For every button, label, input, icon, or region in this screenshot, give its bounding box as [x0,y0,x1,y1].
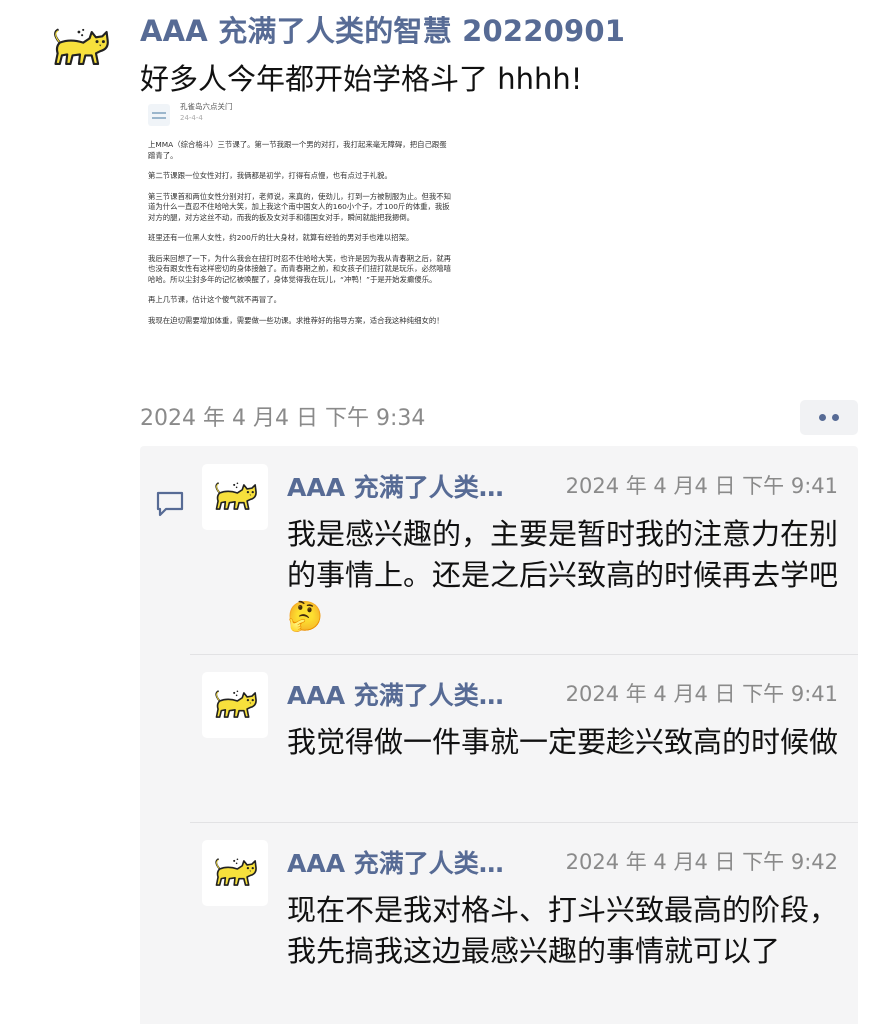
comment-text: 我觉得做一件事就一定要趁兴致高的时候做 [287,725,839,759]
commenter-name[interactable]: AAA 充满了人类… [287,468,504,504]
more-dots-icon [819,414,826,421]
more-dots-icon [832,414,839,421]
author-avatar[interactable] [44,12,116,84]
comment-text: 我是感兴趣的，主要是暂时我的注意力在别的事情上。还是之后兴致高的时候再去学吧🤔 [287,517,839,633]
yellow-cat-icon [215,689,257,718]
comment-item[interactable]: AAA 充满了人类… 2024 年 4 月4 日 下午 9:41 我觉得做一件事… [184,672,838,812]
comment-item[interactable]: AAA 充满了人类… 2024 年 4 月4 日 下午 9:41 我是感兴趣的，… [184,464,838,644]
commenter-name[interactable]: AAA 充满了人类… [287,676,504,712]
post-image[interactable]: 孔雀岛六点关门 24-4-4 上MMA（综合格斗）三节课了。第一节我跟一个男的对… [140,94,462,394]
yellow-cat-icon [215,481,257,510]
comment-divider [190,654,858,655]
comment-timestamp: 2024 年 4 月4 日 下午 9:42 [565,850,838,874]
comment-item[interactable]: AAA 充满了人类… 2024 年 4 月4 日 下午 9:42 现在不是我对格… [184,840,838,1020]
image-paragraph: 班里还有一位黑人女性，约200斤的壮大身材，就算有经验的男对手也难以招架。 [148,233,414,242]
source-logo-icon [148,104,170,126]
image-paragraph: 第三节课首和两位女性分别对打，老师说，来真的，使劲儿，打到一方被制服为止。但我不… [148,191,452,222]
image-paragraph: 我后来回想了一下，为什么我会在扭打时忍不住哈哈大笑，也许是因为我从青春期之后，就… [148,253,452,284]
image-date: 24-4-4 [180,114,203,122]
post-text: 好多人今年都开始学格斗了 hhhh! [140,62,583,96]
commenter-name[interactable]: AAA 充满了人类… [287,844,504,880]
image-paragraph: 再上几节课，估计这个傻气就不再冒了。 [148,295,282,304]
yellow-cat-icon [215,857,257,886]
image-paragraph: 上MMA（综合格斗）三节课了。第一节我跟一个男的对打，我打起来毫无障碍，把自己跟… [148,140,447,160]
yellow-cat-icon [54,27,109,66]
comments-section: AAA 充满了人类… 2024 年 4 月4 日 下午 9:41 我是感兴趣的，… [140,446,858,1024]
image-header: 孔雀岛六点关门 24-4-4 [148,102,233,126]
more-options-button[interactable] [800,400,858,435]
commenter-avatar[interactable] [202,464,268,530]
image-paragraph: 第二节课跟一位女性对打，我俩都是初学，打得有点慢，也有点过于礼貌。 [148,171,392,180]
commenter-avatar[interactable] [202,672,268,738]
image-paragraph: 我现在迫切需要增加体重，需要做一些功课。求推荐好的指导方案，适合我这种纯细女的！ [148,315,444,325]
comment-text: 现在不是我对格斗、打斗兴致最高的阶段，我先搞我这边最感兴趣的事情就可以了 [287,893,839,968]
comment-timestamp: 2024 年 4 月4 日 下午 9:41 [565,474,838,498]
comment-timestamp: 2024 年 4 月4 日 下午 9:41 [565,682,838,706]
commenter-avatar[interactable] [202,840,268,906]
comment-divider [190,822,858,823]
post-author-name[interactable]: AAA 充满了人类的智慧 20220901 [140,8,625,50]
comment-bubble-icon [156,491,184,517]
image-body: 上MMA（综合格斗）三节课了。第一节我跟一个男的对打，我打起来毫无障碍，把自己跟… [148,140,454,336]
image-source-name: 孔雀岛六点关门 [180,102,233,111]
post-timestamp: 2024 年 4 月4 日 下午 9:34 [140,406,426,431]
